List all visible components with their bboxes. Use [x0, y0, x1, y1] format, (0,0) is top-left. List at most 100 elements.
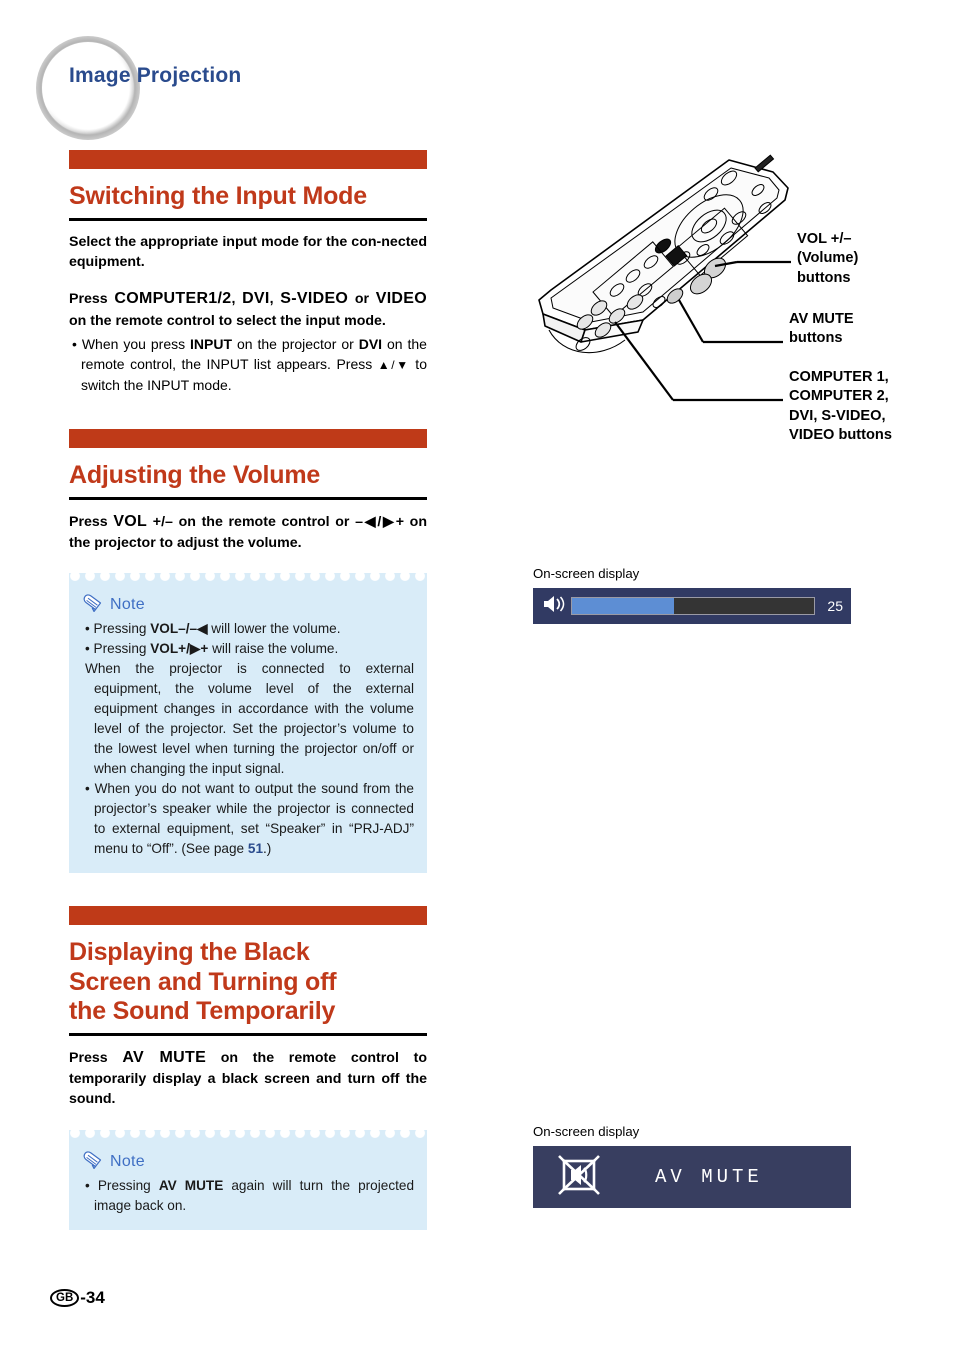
page-title: Image Projection: [69, 64, 242, 87]
instr-text: Press: [69, 1049, 123, 1066]
remote-control-figure: VOL +/– (Volume) buttons AV MUTE buttons…: [533, 150, 923, 450]
section-switching-input-mode: Switching the Input Mode Select the appr…: [69, 150, 427, 395]
page-footer: GB -34: [50, 1288, 105, 1308]
note-item: • Pressing VOL+/▶+ will raise the volume…: [85, 641, 339, 657]
section-black-screen: Displaying the Black Screen and Turning …: [69, 906, 427, 1230]
callout-line: AV MUTE: [789, 311, 854, 327]
section-rule: [69, 217, 427, 221]
bullet-bold-dvi: DVI: [358, 335, 383, 352]
section-instruction: Press VOL +/– on the remote control or –…: [69, 511, 427, 554]
note-text-1: Pressing: [93, 641, 151, 657]
note-text-1: Pressing: [93, 621, 151, 637]
section-heading-line-2: Screen and Turning off: [69, 967, 337, 996]
instr-sep: ,: [231, 290, 243, 307]
note-header: Note: [82, 593, 414, 617]
note-label: Note: [110, 1152, 145, 1170]
section-instruction: Press COMPUTER1/2, DVI, S-VIDEO or VIDEO…: [69, 288, 427, 331]
instr-bold-video: VIDEO: [375, 289, 428, 307]
section-accent-bar: [69, 429, 427, 449]
note-header: Note: [82, 1150, 414, 1174]
right-column: VOL +/– (Volume) buttons AV MUTE buttons…: [533, 150, 923, 1208]
decorative-ring: [36, 36, 140, 140]
note-bold-avmute: AV MUTE: [158, 1177, 224, 1193]
callout-vol-buttons: VOL +/– (Volume) buttons: [797, 230, 858, 288]
left-arrow-icon: ◀: [363, 513, 378, 530]
note-bold-volplus: VOL+/: [150, 641, 190, 657]
note-item: • Pressing AV MUTE again will turn the p…: [85, 1177, 415, 1213]
section-heading: Adjusting the Volume: [69, 461, 321, 490]
note-text-2: .): [263, 841, 272, 857]
note-item: • When you do not want to output the sou…: [85, 781, 414, 857]
av-mute-label: AV MUTE: [655, 1166, 763, 1188]
page-header: Image Projection: [0, 0, 954, 150]
section-heading-line-1: Displaying the Black: [69, 938, 310, 967]
note-item: When the projector is connected to exter…: [85, 661, 414, 777]
up-down-arrow-icon: ▲/▼: [377, 358, 410, 373]
note-text-2: will lower the volume.: [207, 621, 341, 637]
right-arrow-icon: ▶: [189, 641, 201, 657]
bullet-text-1: When you press: [81, 335, 191, 352]
section-accent-bar: [69, 150, 427, 169]
callout-line: VOL +/–: [797, 231, 852, 247]
lead-line-1: Select the appropriate input mode for th…: [69, 233, 382, 250]
callout-line: DVI, S-VIDEO,: [789, 407, 886, 424]
section-rule: [69, 1032, 427, 1036]
section-accent-bar: [69, 906, 427, 926]
instr-text-2: +/– on the remote control or –: [147, 513, 363, 530]
av-mute-icon: [557, 1154, 601, 1200]
instr-sep2: ,: [269, 290, 281, 307]
section-rule: [69, 496, 427, 500]
section-bullet: • When you press INPUT on the projector …: [72, 335, 427, 393]
section-heading: Displaying the Black Screen and Turning …: [69, 938, 427, 1027]
instr-text: Press: [69, 513, 114, 530]
left-column: Switching the Input Mode Select the appr…: [69, 150, 427, 1230]
pencil-icon: [82, 1150, 106, 1174]
osd-volume-bar: 25: [533, 588, 851, 624]
callout-line: VIDEO buttons: [789, 427, 892, 444]
volume-value: 25: [827, 598, 843, 614]
osd-avmute-group: On-screen display AV MUTE: [533, 1124, 851, 1208]
speaker-icon: [541, 594, 565, 619]
note-text-2: will raise the volume.: [208, 641, 339, 657]
right-arrow-icon: ▶: [381, 513, 396, 530]
note-scallop-edge: [69, 573, 427, 585]
note-box-avmute: Note • Pressing AV MUTE again will turn …: [69, 1129, 427, 1230]
section-heading: Switching the Input Mode: [69, 182, 367, 210]
section-heading-line-3: the Sound Temporarily: [69, 997, 336, 1026]
callout-line: buttons: [789, 330, 843, 347]
bullet-bold-input: INPUT: [190, 335, 233, 352]
osd-avmute-banner: AV MUTE: [533, 1146, 851, 1208]
left-arrow-icon: ◀: [197, 621, 208, 637]
note-scallop-edge: [69, 1129, 427, 1141]
osd-volume-group: On-screen display 25: [533, 566, 851, 624]
volume-fill: [572, 598, 674, 614]
callout-line: (Volume): [797, 250, 859, 267]
instr-tail: on the remote control to select the inpu…: [69, 312, 386, 329]
volume-track[interactable]: [571, 597, 815, 615]
callout-input-buttons: COMPUTER 1, COMPUTER 2, DVI, S-VIDEO, VI…: [789, 368, 892, 446]
osd-avmute-caption: On-screen display: [533, 1124, 640, 1139]
section-lead-text: Select the appropriate input mode for th…: [69, 232, 427, 272]
instr-bold-vol: VOL: [113, 512, 148, 530]
pencil-icon: [82, 593, 106, 617]
callout-line: COMPUTER 2,: [789, 388, 889, 405]
section-adjusting-volume: Adjusting the Volume Press VOL +/– on th…: [69, 429, 427, 874]
callout-line: buttons: [797, 269, 851, 286]
note-text-1: Pressing: [97, 1177, 159, 1193]
osd-volume-caption: On-screen display: [533, 566, 640, 581]
page-number: -34: [80, 1288, 105, 1307]
bullet-text-2: on the projector or: [232, 335, 359, 352]
instr-bold-dvi: DVI: [242, 289, 270, 307]
callout-av-mute-buttons: AV MUTE buttons: [789, 310, 854, 349]
note-label: Note: [110, 596, 145, 614]
note-bold-volminus: VOL–/–: [150, 621, 198, 637]
note-item: • Pressing VOL–/–◀ will lower the volume…: [85, 621, 341, 637]
page-reference-link[interactable]: 51: [248, 841, 263, 856]
instr-bold-computer12: COMPUTER1/2: [114, 289, 232, 307]
instr-bold-svideo: S-VIDEO: [280, 289, 349, 307]
region-badge: GB: [50, 1289, 80, 1307]
instr-bold-avmute: AV MUTE: [122, 1048, 207, 1066]
instr-or: or: [348, 290, 376, 307]
note-box-volume: Note • Pressing VOL–/–◀ will lower the v…: [69, 573, 427, 874]
instr-text: Press: [69, 290, 115, 307]
